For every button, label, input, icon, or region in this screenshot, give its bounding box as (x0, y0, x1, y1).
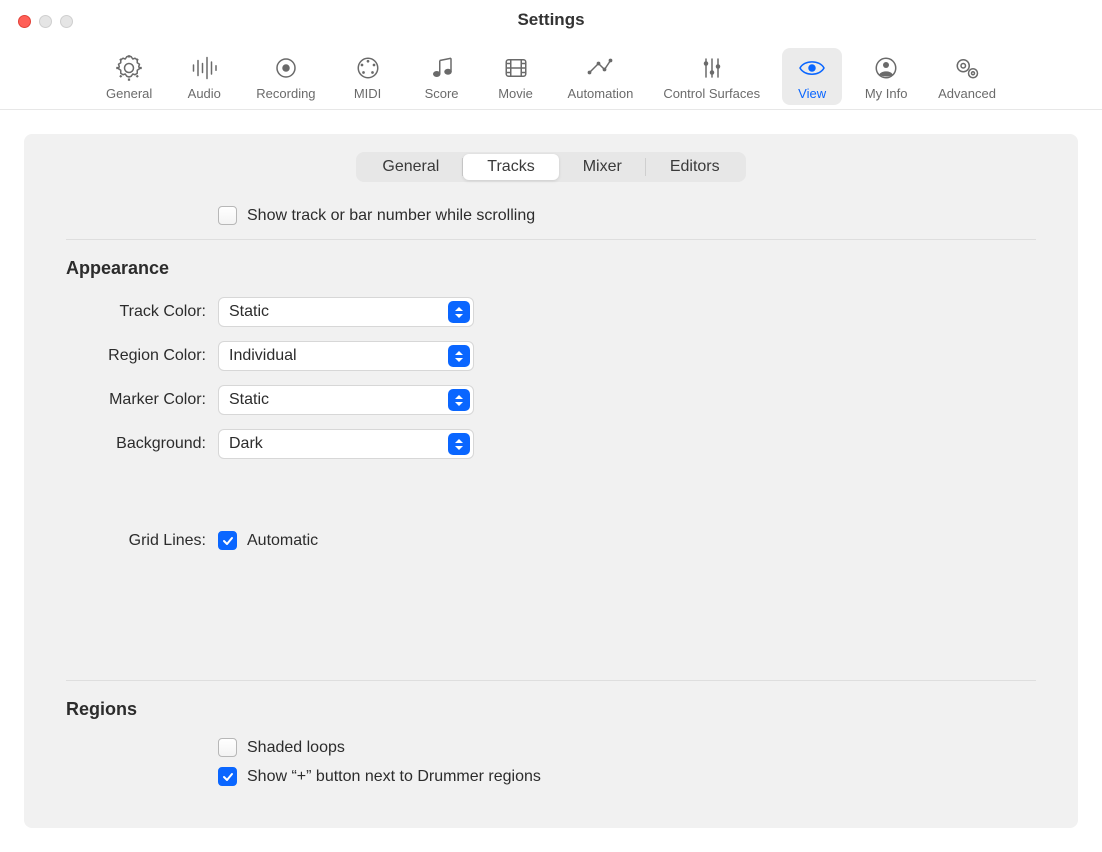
toolbar-automation[interactable]: Automation (560, 48, 642, 105)
grid-lines-label: Grid Lines: (66, 532, 206, 550)
toolbar-label: Automation (568, 86, 634, 101)
toolbar-control-surfaces[interactable]: Control Surfaces (655, 48, 768, 105)
person-circle-icon (866, 52, 906, 84)
drummer-plus-checkbox[interactable] (218, 767, 237, 786)
toolbar-label: General (106, 86, 152, 101)
minimize-button[interactable] (39, 15, 52, 28)
appearance-heading: Appearance (24, 258, 1078, 279)
titlebar: Settings (0, 0, 1102, 40)
film-icon (496, 52, 536, 84)
show-track-number-checkbox[interactable] (218, 206, 237, 225)
toolbar-midi[interactable]: MIDI (338, 48, 398, 105)
toolbar-label: Control Surfaces (663, 86, 760, 101)
record-icon (266, 52, 306, 84)
divider (66, 680, 1036, 681)
background-select[interactable]: Dark (218, 429, 474, 459)
settings-toolbar: General Audio Recording MIDI Score (0, 40, 1102, 110)
gears-icon (947, 52, 987, 84)
shaded-loops-label: Shaded loops (247, 739, 345, 757)
marker-color-value: Static (229, 391, 269, 409)
toolbar-label: Movie (498, 86, 533, 101)
toolbar-advanced[interactable]: Advanced (930, 48, 1004, 105)
window-controls (18, 15, 73, 28)
region-color-select[interactable]: Individual (218, 341, 474, 371)
region-color-label: Region Color: (66, 347, 206, 365)
subtab-general[interactable]: General (358, 154, 463, 180)
dropdown-arrows-icon (448, 301, 470, 323)
track-color-select[interactable]: Static (218, 297, 474, 327)
subtab-mixer[interactable]: Mixer (559, 154, 646, 180)
toolbar-score[interactable]: Score (412, 48, 472, 105)
zoom-button[interactable] (60, 15, 73, 28)
toolbar-view[interactable]: View (782, 48, 842, 105)
toolbar-recording[interactable]: Recording (248, 48, 323, 105)
track-color-label: Track Color: (66, 303, 206, 321)
dropdown-arrows-icon (448, 345, 470, 367)
background-label: Background: (66, 435, 206, 453)
toolbar-label: Recording (256, 86, 315, 101)
toolbar-audio[interactable]: Audio (174, 48, 234, 105)
track-color-value: Static (229, 303, 269, 321)
grid-lines-value: Automatic (247, 532, 318, 550)
close-button[interactable] (18, 15, 31, 28)
subtab-tracks[interactable]: Tracks (463, 154, 558, 180)
background-value: Dark (229, 435, 263, 453)
divider (66, 239, 1036, 240)
marker-color-select[interactable]: Static (218, 385, 474, 415)
settings-panel: General Tracks Mixer Editors Show track … (24, 134, 1078, 828)
toolbar-my-info[interactable]: My Info (856, 48, 916, 105)
automation-icon (580, 52, 620, 84)
toolbar-movie[interactable]: Movie (486, 48, 546, 105)
toolbar-label: Audio (188, 86, 221, 101)
settings-window: Settings General Audio Recording MI (0, 0, 1102, 852)
content-area: General Tracks Mixer Editors Show track … (0, 110, 1102, 852)
dropdown-arrows-icon (448, 389, 470, 411)
toolbar-label: MIDI (354, 86, 381, 101)
music-notes-icon (422, 52, 462, 84)
toolbar-label: View (798, 86, 826, 101)
toolbar-label: Advanced (938, 86, 996, 101)
subtab-editors[interactable]: Editors (646, 154, 744, 180)
gear-icon (109, 52, 149, 84)
toolbar-label: Score (425, 86, 459, 101)
toolbar-label: My Info (865, 86, 908, 101)
region-color-value: Individual (229, 347, 297, 365)
grid-lines-checkbox[interactable] (218, 531, 237, 550)
toolbar-general[interactable]: General (98, 48, 160, 105)
drummer-plus-label: Show “+” button next to Drummer regions (247, 768, 541, 786)
dropdown-arrows-icon (448, 433, 470, 455)
sliders-icon (692, 52, 732, 84)
shaded-loops-checkbox[interactable] (218, 738, 237, 757)
window-title: Settings (517, 10, 584, 30)
show-track-number-label: Show track or bar number while scrolling (247, 207, 535, 225)
marker-color-label: Marker Color: (66, 391, 206, 409)
regions-heading: Regions (24, 699, 1078, 720)
eye-icon (792, 52, 832, 84)
waveform-icon (184, 52, 224, 84)
view-subtab-control: General Tracks Mixer Editors (356, 152, 745, 182)
midi-icon (348, 52, 388, 84)
